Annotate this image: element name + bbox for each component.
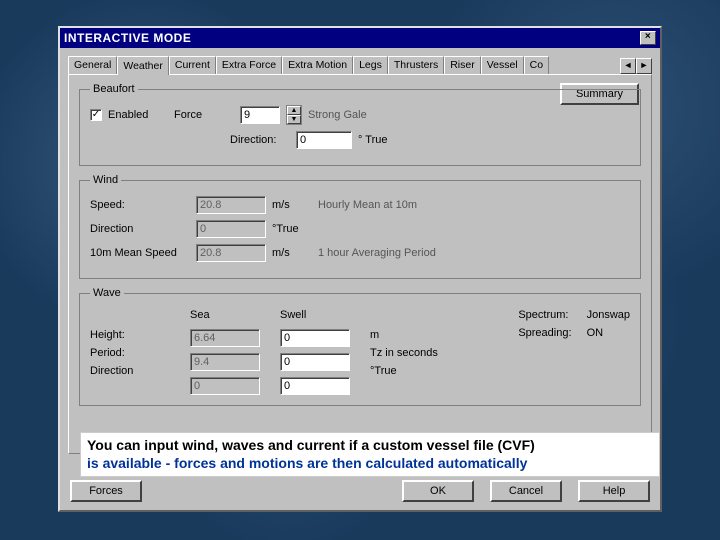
wind-direction-input[interactable]	[196, 220, 266, 238]
tab-scroll: ◄ ►	[620, 58, 652, 74]
client-area: General Weather Current Extra Force Extr…	[60, 48, 660, 462]
tab-riser[interactable]: Riser	[444, 56, 481, 74]
tab-current[interactable]: Current	[169, 56, 216, 74]
wind-mean-label: 10m Mean Speed	[90, 247, 190, 259]
tab-extra-force[interactable]: Extra Force	[216, 56, 282, 74]
wave-sea-height-input[interactable]	[190, 329, 260, 347]
wind-mean-input[interactable]	[196, 244, 266, 262]
group-beaufort-legend: Beaufort	[90, 83, 138, 95]
wind-mean-unit: m/s	[272, 247, 312, 259]
wave-sea-direction-input[interactable]	[190, 377, 260, 395]
tab-thrusters[interactable]: Thrusters	[388, 56, 444, 74]
wind-speed-note: Hourly Mean at 10m	[318, 199, 417, 211]
annotation-overlay: You can input wind, waves and current if…	[80, 432, 660, 477]
wave-spreading-label: Spreading:	[518, 327, 571, 339]
wave-col-sea: Sea	[190, 309, 260, 323]
wind-speed-input[interactable]	[196, 196, 266, 214]
wave-swell-height-input[interactable]	[280, 329, 350, 347]
wave-direction-label: Direction	[90, 365, 170, 377]
tab-panel-weather: Summary Beaufort ✓ Enabled Force ▲ ▼ Str…	[68, 74, 652, 454]
beaufort-enabled-checkbox[interactable]: ✓	[90, 109, 102, 121]
beaufort-direction-label: Direction:	[230, 134, 290, 146]
group-wind: Wind Speed: m/s Hourly Mean at 10m Direc…	[79, 174, 641, 279]
beaufort-force-desc: Strong Gale	[308, 109, 367, 121]
wave-col-swell: Swell	[280, 309, 350, 323]
wave-height-label: Height:	[90, 329, 170, 341]
wave-swell-period-input[interactable]	[280, 353, 350, 371]
wave-period-unit: Tz in seconds	[370, 347, 438, 359]
tab-strip: General Weather Current Extra Force Extr…	[68, 54, 652, 74]
titlebar: INTERACTIVE MODE ×	[60, 28, 660, 48]
beaufort-direction-unit: ° True	[358, 134, 398, 146]
tab-weather[interactable]: Weather	[117, 56, 169, 75]
group-beaufort: Beaufort ✓ Enabled Force ▲ ▼ Strong Gale…	[79, 83, 641, 166]
wave-period-label: Period:	[90, 347, 170, 359]
help-button[interactable]: Help	[578, 480, 650, 502]
annotation-line1: You can input wind, waves and current if…	[87, 437, 535, 453]
spin-down-icon[interactable]: ▼	[287, 115, 301, 124]
tab-legs[interactable]: Legs	[353, 56, 388, 74]
ok-button[interactable]: OK	[402, 480, 474, 502]
tab-general[interactable]: General	[68, 56, 117, 74]
group-wave-legend: Wave	[90, 287, 124, 299]
tab-right-icon[interactable]: ►	[636, 58, 652, 74]
beaufort-force-input[interactable]	[240, 106, 280, 124]
wave-height-unit: m	[370, 329, 438, 341]
wind-direction-unit: °True	[272, 223, 312, 235]
window-title: INTERACTIVE MODE	[64, 31, 191, 45]
wind-speed-unit: m/s	[272, 199, 312, 211]
wind-mean-note: 1 hour Averaging Period	[318, 247, 436, 259]
tab-vessel[interactable]: Vessel	[481, 56, 524, 74]
beaufort-direction-input[interactable]	[296, 131, 352, 149]
dialog-button-row: Forces OK Cancel Help	[70, 480, 650, 502]
beaufort-force-spinner[interactable]: ▲ ▼	[286, 105, 302, 125]
wind-speed-label: Speed:	[90, 199, 190, 211]
annotation-line2: is available - forces and motions are th…	[87, 455, 527, 471]
forces-button[interactable]: Forces	[70, 480, 142, 502]
wave-swell-direction-input[interactable]	[280, 377, 350, 395]
spin-up-icon[interactable]: ▲	[287, 106, 301, 115]
wind-direction-label: Direction	[90, 223, 190, 235]
tab-extra-motion[interactable]: Extra Motion	[282, 56, 353, 74]
group-wind-legend: Wind	[90, 174, 121, 186]
tab-left-icon[interactable]: ◄	[620, 58, 636, 74]
wave-spreading-value: ON	[587, 327, 604, 339]
wave-spectrum-value: Jonswap	[587, 309, 630, 321]
beaufort-force-label: Force	[174, 109, 234, 121]
close-icon[interactable]: ×	[640, 31, 656, 45]
beaufort-enabled-label: Enabled	[108, 109, 168, 121]
cancel-button[interactable]: Cancel	[490, 480, 562, 502]
wave-sea-period-input[interactable]	[190, 353, 260, 371]
wave-spectrum-label: Spectrum:	[518, 309, 568, 321]
tab-co[interactable]: Co	[524, 56, 549, 74]
wave-direction-unit: °True	[370, 365, 438, 377]
group-wave: Wave Height: Period: Direction Sea	[79, 287, 641, 406]
